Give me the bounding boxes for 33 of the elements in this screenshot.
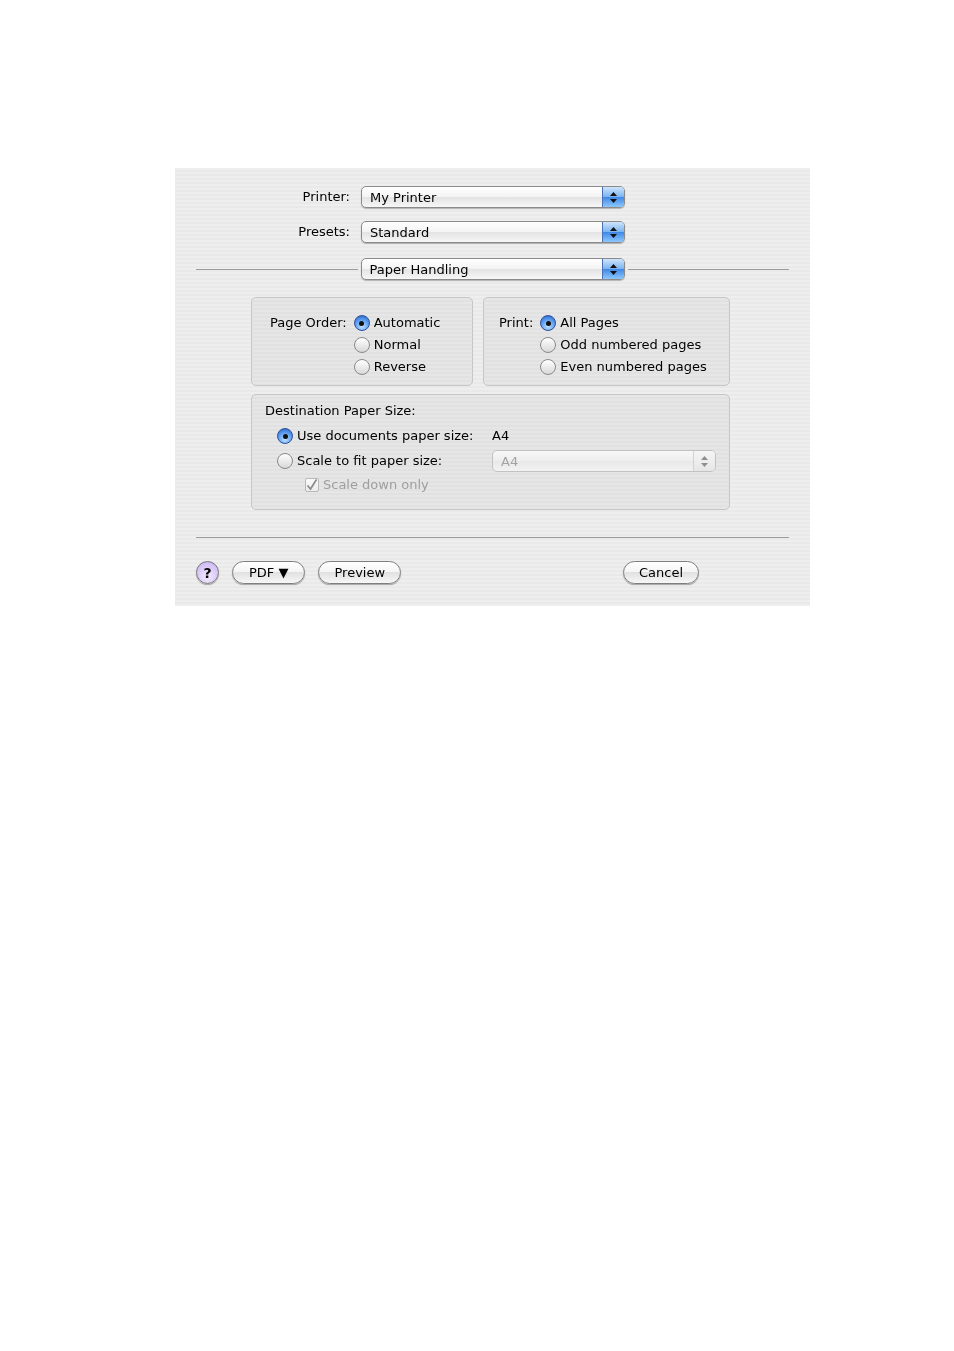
menu-button[interactable]: PDF ▼	[232, 561, 306, 584]
option-label[interactable]: Use documents paper size:	[297, 425, 488, 447]
option-label[interactable]: All Pages	[560, 312, 619, 334]
up-down-arrows-icon	[693, 451, 715, 471]
up-down-arrows-icon	[602, 222, 624, 242]
radio-button[interactable]	[353, 337, 370, 353]
option-label[interactable]: Scale to fit paper size:	[297, 450, 488, 472]
popup-button[interactable]: My Printer	[361, 186, 625, 208]
popup-button[interactable]: Paper Handling	[360, 258, 625, 280]
help-button[interactable]: ?	[196, 561, 219, 584]
radio-button[interactable]	[277, 453, 293, 469]
option-label[interactable]: Reverse	[373, 356, 426, 378]
group-title: Destination Paper Size:	[265, 402, 416, 420]
up-down-arrows-icon	[602, 187, 624, 207]
radio-button[interactable]	[277, 428, 293, 444]
radio-button[interactable]	[540, 337, 557, 353]
radio-button[interactable]	[540, 359, 557, 375]
field-label: Presets:	[297, 223, 350, 241]
value-text: A4	[492, 427, 510, 445]
radio-button[interactable]	[353, 315, 370, 331]
field-label: Printer:	[301, 188, 350, 206]
field-label: Print:	[499, 314, 534, 332]
field-label: Page Order:	[270, 314, 347, 332]
radio-button[interactable]	[540, 315, 557, 331]
push-button[interactable]: Preview	[318, 561, 402, 584]
up-down-arrows-icon	[601, 259, 624, 279]
option-label[interactable]: Automatic	[373, 312, 441, 334]
option-label[interactable]: Even numbered pages	[560, 356, 707, 378]
option-label[interactable]: Normal	[373, 334, 421, 356]
push-button[interactable]: Cancel	[622, 561, 699, 584]
option-label[interactable]: Odd numbered pages	[560, 334, 702, 356]
radio-button[interactable]	[353, 359, 370, 375]
popup-button[interactable]: Standard	[361, 221, 625, 243]
